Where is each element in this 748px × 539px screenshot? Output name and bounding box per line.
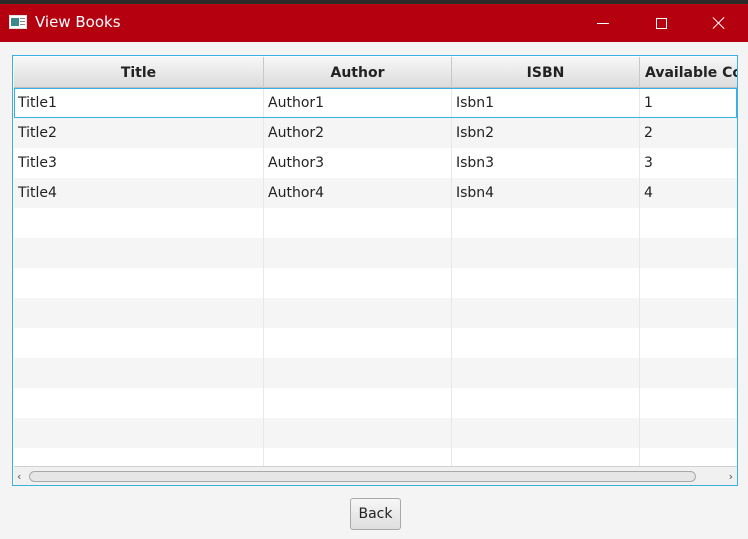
table-cell[interactable] bbox=[640, 388, 737, 418]
app-window-icon bbox=[9, 15, 27, 29]
table-row[interactable] bbox=[14, 388, 737, 418]
table-cell[interactable]: Author3 bbox=[264, 148, 452, 178]
table-cell[interactable]: Title4 bbox=[14, 178, 264, 208]
scroll-right-icon[interactable]: › bbox=[729, 470, 733, 483]
column-header-isbn[interactable]: ISBN bbox=[452, 57, 640, 88]
table-cell[interactable] bbox=[452, 268, 640, 298]
table-cell[interactable] bbox=[452, 418, 640, 448]
table-cell[interactable] bbox=[14, 298, 264, 328]
table-cell[interactable] bbox=[452, 358, 640, 388]
table-cell[interactable] bbox=[640, 328, 737, 358]
table-cell[interactable]: 3 bbox=[640, 148, 737, 178]
horizontal-scrollbar[interactable]: ‹ › bbox=[14, 466, 737, 485]
table-cell[interactable] bbox=[640, 268, 737, 298]
table-body: Title1 Author1 Isbn1 1 Title2 Author2 Isbn2 2 Ti… bbox=[14, 88, 737, 466]
table-cell[interactable] bbox=[264, 448, 452, 466]
column-header-title[interactable]: Title bbox=[14, 57, 264, 88]
table-cell[interactable] bbox=[640, 298, 737, 328]
table-cell[interactable] bbox=[264, 388, 452, 418]
table-cell[interactable] bbox=[452, 388, 640, 418]
table-cell[interactable] bbox=[14, 268, 264, 298]
table-cell[interactable] bbox=[452, 448, 640, 466]
table-cell[interactable] bbox=[14, 448, 264, 466]
table-row[interactable] bbox=[14, 448, 737, 466]
table-row[interactable] bbox=[14, 268, 737, 298]
table-header: Title Author ISBN Available Co bbox=[14, 57, 737, 88]
scroll-left-icon[interactable]: ‹ bbox=[17, 470, 21, 483]
view-books-window: View Books Title Author ISBN Available C… bbox=[0, 0, 748, 539]
table-cell[interactable] bbox=[14, 388, 264, 418]
table-cell[interactable]: 1 bbox=[640, 88, 737, 118]
table-cell[interactable] bbox=[640, 208, 737, 238]
maximize-icon bbox=[655, 17, 667, 29]
table-cell[interactable]: Title1 bbox=[14, 88, 264, 118]
table-cell[interactable] bbox=[452, 208, 640, 238]
table-cell[interactable] bbox=[452, 238, 640, 268]
table-cell[interactable]: Isbn1 bbox=[452, 88, 640, 118]
table-row[interactable]: Title4 Author4 Isbn4 4 bbox=[14, 178, 737, 208]
table-row[interactable] bbox=[14, 358, 737, 388]
table-cell[interactable] bbox=[264, 298, 452, 328]
column-header-author[interactable]: Author bbox=[264, 57, 452, 88]
table-row[interactable] bbox=[14, 238, 737, 268]
table-cell[interactable] bbox=[14, 238, 264, 268]
table-cell[interactable]: Isbn4 bbox=[452, 178, 640, 208]
table-row[interactable] bbox=[14, 208, 737, 238]
table-row[interactable]: Title3 Author3 Isbn3 3 bbox=[14, 148, 737, 178]
table-cell[interactable] bbox=[264, 208, 452, 238]
table-cell[interactable]: Author1 bbox=[264, 88, 452, 118]
table-cell[interactable] bbox=[640, 358, 737, 388]
minimize-icon bbox=[597, 22, 609, 24]
table-cell[interactable] bbox=[264, 328, 452, 358]
table-cell[interactable] bbox=[14, 358, 264, 388]
table-cell[interactable] bbox=[264, 418, 452, 448]
minimize-button[interactable] bbox=[574, 4, 632, 42]
table-cell[interactable]: Isbn3 bbox=[452, 148, 640, 178]
table-cell[interactable]: Author4 bbox=[264, 178, 452, 208]
table-cell[interactable]: Author2 bbox=[264, 118, 452, 148]
table-cell[interactable]: Isbn2 bbox=[452, 118, 640, 148]
window-title: View Books bbox=[35, 13, 121, 31]
table-cell[interactable] bbox=[14, 418, 264, 448]
table-cell[interactable] bbox=[640, 448, 737, 466]
table-cell[interactable] bbox=[640, 418, 737, 448]
table-cell[interactable] bbox=[452, 298, 640, 328]
table-cell[interactable]: 2 bbox=[640, 118, 737, 148]
close-icon bbox=[712, 16, 726, 30]
table-cell[interactable]: Title3 bbox=[14, 148, 264, 178]
table-row[interactable] bbox=[14, 328, 737, 358]
table-row[interactable] bbox=[14, 298, 737, 328]
table-row[interactable]: Title1 Author1 Isbn1 1 bbox=[14, 88, 737, 118]
table-cell[interactable] bbox=[640, 238, 737, 268]
back-button[interactable]: Back bbox=[350, 498, 401, 530]
table-cell[interactable]: Title2 bbox=[14, 118, 264, 148]
books-table[interactable]: Title Author ISBN Available Co Title1 Aut… bbox=[12, 55, 738, 486]
table-cell[interactable] bbox=[452, 328, 640, 358]
table-cell[interactable] bbox=[14, 208, 264, 238]
table-cell[interactable]: 4 bbox=[640, 178, 737, 208]
column-header-available-copies[interactable]: Available Co bbox=[640, 57, 737, 88]
scrollbar-thumb[interactable] bbox=[29, 471, 696, 482]
table-cell[interactable] bbox=[264, 238, 452, 268]
table-cell[interactable] bbox=[264, 268, 452, 298]
table-cell[interactable] bbox=[264, 358, 452, 388]
close-button[interactable] bbox=[690, 4, 748, 42]
title-bar: View Books bbox=[0, 0, 748, 42]
table-row[interactable] bbox=[14, 418, 737, 448]
maximize-button[interactable] bbox=[632, 4, 690, 42]
table-row[interactable]: Title2 Author2 Isbn2 2 bbox=[14, 118, 737, 148]
table-cell[interactable] bbox=[14, 328, 264, 358]
